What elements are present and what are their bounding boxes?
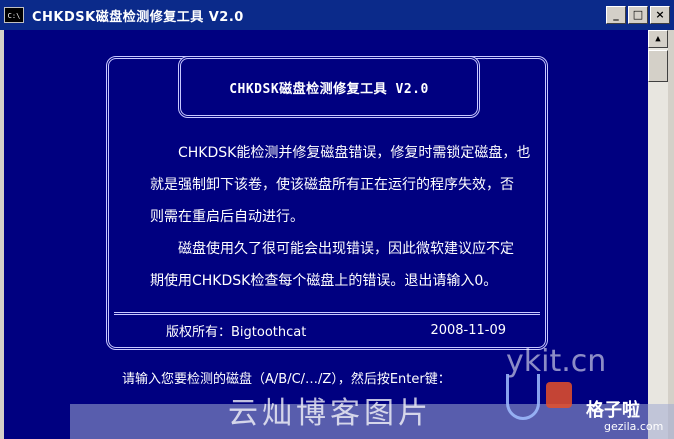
watermark-gezila-domain: gezila.com — [604, 420, 664, 433]
drive-input-prompt[interactable]: 请输入您要检测的磁盘（A/B/C/…/Z），然后按Enter键： — [122, 368, 451, 387]
minimize-button[interactable]: _ — [606, 6, 626, 24]
vertical-scrollbar[interactable]: ▲ — [648, 30, 668, 439]
title-frame: CHKDSK磁盘检测修复工具 V2.0 — [178, 56, 480, 118]
watermark-logo-icon — [506, 374, 540, 420]
watermark-caption: 云灿博客图片 — [228, 396, 432, 431]
copyright-text: 版权所有：Bigtoothcat — [166, 324, 307, 340]
console-box-title: CHKDSK磁盘检测修复工具 V2.0 — [229, 81, 429, 97]
description-line-2: 就是强制卸下该卷，使该磁盘所有正在运行的程序失效，否 — [150, 177, 514, 193]
watermark-badge-icon — [546, 382, 572, 408]
maximize-button[interactable]: □ — [628, 6, 648, 24]
frame-divider — [114, 312, 540, 315]
close-button[interactable]: × — [650, 6, 670, 24]
release-date: 2008-11-09 — [430, 322, 506, 338]
title-bar[interactable]: C:\ CHKDSK磁盘检测修复工具 V2.0 _ □ × — [0, 0, 674, 30]
console-app-icon[interactable]: C:\ — [4, 7, 24, 23]
scroll-up-arrow-icon[interactable]: ▲ — [648, 30, 668, 48]
description-line-3: 则需在重启后自动进行。 — [150, 209, 304, 225]
window-border — [668, 30, 674, 439]
window-controls: _ □ × — [606, 6, 670, 24]
description-line-4: 磁盘使用久了很可能会出现错误，因此微软建议应不定 — [150, 241, 514, 257]
description-line-1: CHKDSK能检测并修复磁盘错误，修复时需锁定磁盘，也 — [150, 145, 531, 161]
watermark-site-gezila: 格子啦 — [586, 400, 640, 421]
scroll-thumb[interactable] — [648, 50, 668, 82]
footer-row: 版权所有：Bigtoothcat 2008-11-09 — [166, 318, 506, 342]
description-line-5: 期使用CHKDSK检查每个磁盘上的错误。退出请输入0。 — [150, 273, 498, 289]
window-title: CHKDSK磁盘检测修复工具 V2.0 — [32, 9, 244, 25]
